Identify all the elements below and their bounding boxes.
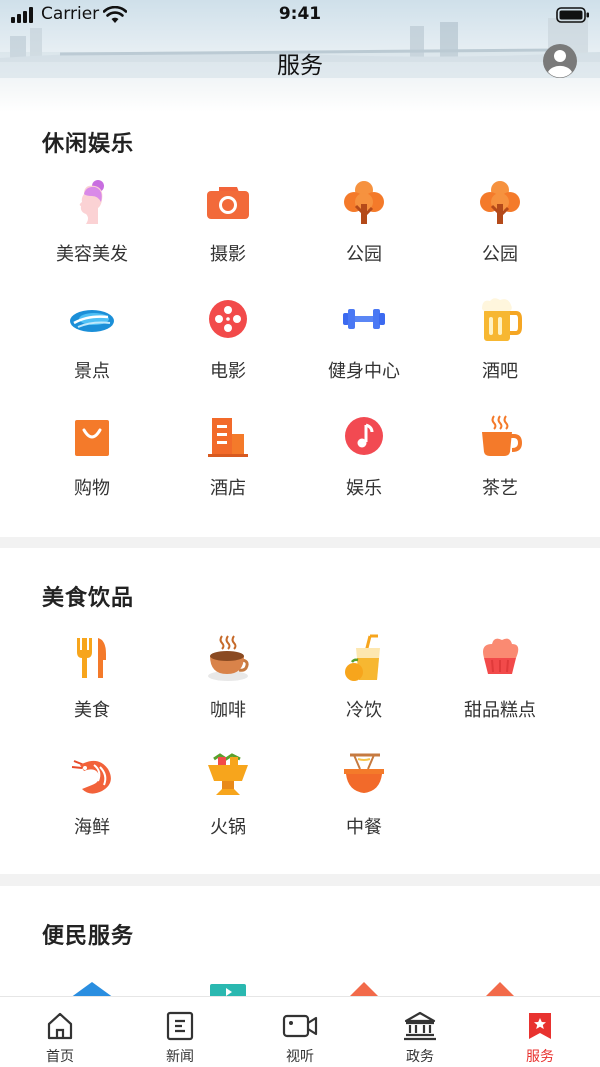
service-item-shopping[interactable]: 购物 — [24, 412, 160, 529]
service-grid: 美食 咖啡 冷饮 甜品糕点 海鲜 火锅 中餐 — [24, 634, 568, 868]
service-bookmark-icon — [529, 1013, 551, 1039]
tab-label: 首页 — [46, 1049, 74, 1065]
service-label: 火锅 — [210, 817, 246, 838]
tab-label: 政务 — [406, 1049, 434, 1065]
shrimp-icon — [71, 760, 111, 794]
fork-knife-icon — [77, 638, 106, 678]
tab-home[interactable]: 首页 — [0, 997, 120, 1067]
service-label: 酒吧 — [482, 361, 518, 382]
beauty-icon — [79, 180, 104, 224]
service-label: 美容美发 — [56, 244, 128, 265]
service-item-entertainment[interactable]: 娱乐 — [296, 412, 432, 529]
tab-bar: 首页 新闻 视听 政务 服务 — [0, 996, 600, 1067]
tab-service[interactable]: 服务 — [480, 997, 600, 1067]
section-title: 便民服务 — [42, 924, 135, 949]
section-title: 美食饮品 — [42, 586, 135, 611]
service-label: 中餐 — [346, 817, 382, 838]
music-note-icon — [345, 417, 383, 455]
service-label: 公园 — [346, 244, 382, 265]
hotel-building-icon — [208, 418, 248, 457]
park-tree-icon — [344, 181, 384, 224]
service-item-beauty[interactable]: 美容美发 — [24, 178, 160, 295]
noodle-bowl-icon — [344, 753, 384, 793]
clock: 9:41 — [278, 4, 322, 24]
service-item-movie[interactable]: 电影 — [160, 295, 296, 412]
service-item-chinese-food[interactable]: 中餐 — [296, 751, 432, 868]
tab-video[interactable]: 视听 — [240, 997, 360, 1067]
section-food-drinks: 美食饮品 美食 咖啡 冷饮 甜品糕点 海鲜 火锅 中餐 — [0, 548, 600, 874]
page-title: 服务 — [277, 53, 323, 79]
service-item-photography[interactable]: 摄影 — [160, 178, 296, 295]
home-icon — [47, 1012, 73, 1040]
partial-service-icon — [348, 982, 380, 998]
service-item-scenic[interactable]: 景点 — [24, 295, 160, 412]
cold-drink-icon — [345, 634, 380, 681]
tab-label: 服务 — [526, 1049, 554, 1065]
service-label: 冷饮 — [346, 700, 382, 721]
news-icon — [166, 1011, 194, 1041]
tab-news[interactable]: 新闻 — [120, 997, 240, 1067]
service-item-food[interactable]: 美食 — [24, 634, 160, 751]
hotpot-icon — [208, 753, 248, 795]
government-icon — [404, 1011, 436, 1041]
user-avatar-icon[interactable] — [542, 43, 578, 79]
tea-cup-icon — [482, 415, 523, 456]
video-camera-icon — [282, 1014, 318, 1038]
service-label: 酒店 — [210, 478, 246, 499]
section-convenience: 便民服务 — [0, 886, 600, 998]
status-bar: Carrier 9:41 — [0, 0, 600, 30]
shopping-bag-icon — [75, 420, 109, 456]
service-label: 摄影 — [210, 244, 246, 265]
service-label: 甜品糕点 — [464, 700, 536, 721]
cupcake-icon — [483, 638, 519, 674]
service-item-bar[interactable]: 酒吧 — [432, 295, 568, 412]
beer-icon — [482, 298, 522, 341]
service-label: 公园 — [482, 244, 518, 265]
battery-icon — [556, 7, 589, 23]
service-item-hotpot[interactable]: 火锅 — [160, 751, 296, 868]
service-item-hotel[interactable]: 酒店 — [160, 412, 296, 529]
service-label: 美食 — [74, 700, 110, 721]
film-reel-icon — [209, 300, 247, 338]
service-item-gym[interactable]: 健身中心 — [296, 295, 432, 412]
tab-government[interactable]: 政务 — [360, 997, 480, 1067]
partial-service-icon — [70, 982, 114, 998]
partial-service-icon — [484, 982, 516, 998]
scenic-icon — [70, 310, 114, 332]
service-item-park[interactable]: 公园 — [296, 178, 432, 295]
service-label: 电影 — [210, 361, 246, 382]
service-item-coffee[interactable]: 咖啡 — [160, 634, 296, 751]
park-tree-icon — [480, 181, 520, 224]
service-item-park[interactable]: 公园 — [432, 178, 568, 295]
dumbbell-icon — [343, 309, 385, 329]
service-label: 景点 — [74, 361, 110, 382]
service-grid: 美容美发 摄影 公园 公园 景点 电影 健身中心 酒吧 购物 酒店 娱乐 茶艺 — [24, 178, 568, 529]
service-label: 健身中心 — [328, 361, 400, 382]
service-label: 娱乐 — [346, 478, 382, 499]
camera-icon — [207, 187, 249, 219]
partial-service-icon — [210, 984, 246, 998]
tab-label: 新闻 — [166, 1049, 194, 1065]
service-item-cold-drink[interactable]: 冷饮 — [296, 634, 432, 751]
section-title: 休闲娱乐 — [42, 132, 135, 157]
section-leisure: 休闲娱乐 美容美发 摄影 公园 公园 景点 电影 健身中心 酒吧 购物 酒店 娱… — [0, 112, 600, 537]
service-item-dessert[interactable]: 甜品糕点 — [432, 634, 568, 751]
service-label: 购物 — [74, 478, 110, 499]
service-label: 海鲜 — [74, 817, 110, 838]
tab-label: 视听 — [286, 1049, 314, 1065]
coffee-icon — [208, 635, 249, 681]
service-item-tea[interactable]: 茶艺 — [432, 412, 568, 529]
service-label: 茶艺 — [482, 478, 518, 499]
service-item-seafood[interactable]: 海鲜 — [24, 751, 160, 868]
header: Carrier 9:41 服务 — [0, 0, 600, 112]
service-label: 咖啡 — [210, 700, 246, 721]
